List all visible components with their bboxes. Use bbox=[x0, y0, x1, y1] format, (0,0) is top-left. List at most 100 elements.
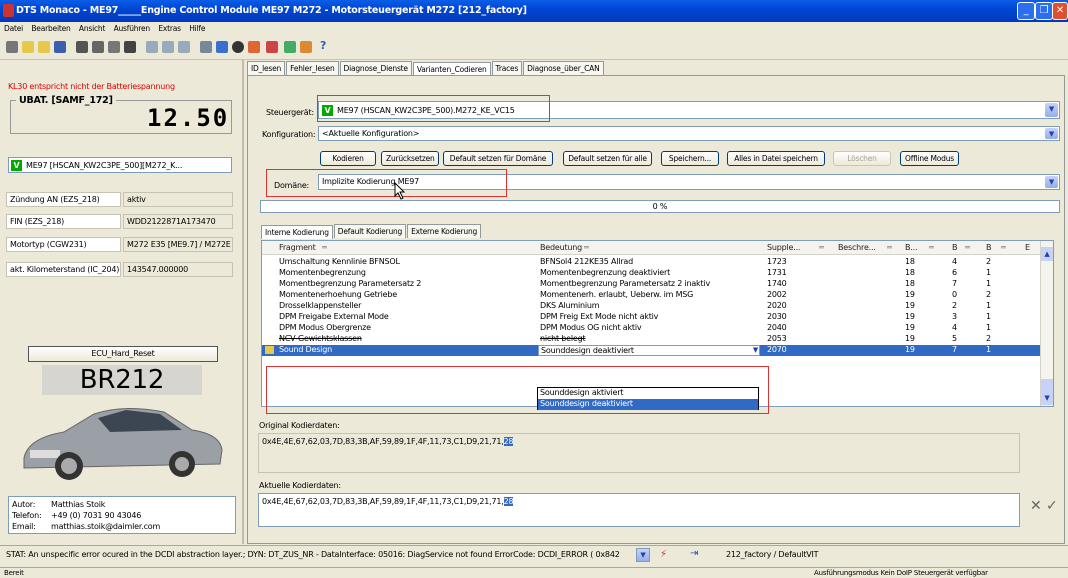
cell-b2: 5 bbox=[952, 334, 957, 343]
tab-varianten-codieren[interactable]: Varianten_Codieren bbox=[412, 62, 491, 76]
scroll-thumb[interactable] bbox=[1041, 379, 1053, 391]
chevron-down-icon: ▼ bbox=[1045, 128, 1058, 139]
window-icon[interactable] bbox=[200, 41, 212, 53]
col-e[interactable]: E bbox=[1025, 243, 1030, 252]
menu-hilfe[interactable]: Hilfe bbox=[189, 24, 205, 33]
apply-icon[interactable]: ✓ bbox=[1046, 498, 1058, 514]
menu-bearbeiten[interactable]: Bearbeiten bbox=[31, 24, 70, 33]
cell-fragment: Drosselklappensteller bbox=[279, 301, 362, 310]
kodieren-button[interactable]: Kodieren bbox=[320, 151, 376, 166]
table-row[interactable]: Momentenbegrenzung Momentenbegrenzung dea… bbox=[262, 268, 1053, 279]
domain-select[interactable]: Implizite Kodierung ME97 ▼ bbox=[318, 174, 1060, 190]
tab-diagnose-dienste[interactable]: Diagnose_Dienste bbox=[339, 61, 412, 75]
tab-externe-kodierung[interactable]: Externe Kodierung bbox=[407, 224, 482, 238]
connect-icon[interactable] bbox=[232, 41, 244, 53]
open-icon[interactable] bbox=[22, 41, 34, 53]
col-b3[interactable]: B bbox=[986, 243, 992, 252]
stop-icon[interactable] bbox=[216, 41, 228, 53]
copy-icon[interactable] bbox=[92, 41, 104, 53]
curr-data-field[interactable]: 0x4E,4E,67,62,03,7D,83,3B,AF,59,89,1F,4F… bbox=[258, 493, 1020, 527]
new-icon[interactable] bbox=[6, 41, 18, 53]
connection-icon[interactable]: ⇥ bbox=[690, 548, 698, 559]
cell-b3: 2 bbox=[986, 334, 991, 343]
save-icon[interactable] bbox=[54, 41, 66, 53]
menu-ausfuehren[interactable]: Ausführen bbox=[114, 24, 151, 33]
col-b1[interactable]: B... bbox=[905, 243, 918, 252]
table-row[interactable]: DPM Modus Obergrenze DPM Modus OG nicht a… bbox=[262, 323, 1053, 334]
cell-b3: 2 bbox=[986, 290, 991, 299]
cell-supple: 1740 bbox=[767, 279, 787, 288]
table-row[interactable]: DPM Freigabe External Mode DPM Freig Ext … bbox=[262, 312, 1053, 323]
layout-icon[interactable] bbox=[146, 41, 158, 53]
ecu-select-value: ME97 (HSCAN_KW2C3PE_500).M272_KE_VC15 bbox=[337, 106, 515, 115]
tab-default-kodierung[interactable]: Default Kodierung bbox=[333, 224, 407, 238]
table-row[interactable]: Umschaltung Kennlinie BFNSOL BFNSol4 212K… bbox=[262, 257, 1053, 268]
status-dropdown-icon[interactable]: ▼ bbox=[636, 548, 650, 562]
menu-datei[interactable]: Datei bbox=[4, 24, 23, 33]
cell-b3: 1 bbox=[986, 279, 991, 288]
dropdown-option-deaktiviert[interactable]: Sounddesign deaktiviert bbox=[538, 399, 758, 410]
flash-icon[interactable] bbox=[266, 41, 278, 53]
save-all-to-file-button[interactable]: Alles in Datei speichern bbox=[727, 151, 825, 166]
scroll-up-icon[interactable]: ▲ bbox=[1041, 247, 1053, 261]
col-supple[interactable]: Supple... bbox=[767, 243, 800, 252]
ecu-variant-field: V ME97 [HSCAN_KW2C3PE_500][M272_K... bbox=[8, 157, 232, 173]
cell-fragment: Momentbegrenzung Parametersatz 2 bbox=[279, 279, 422, 288]
table-row[interactable]: Momentbegrenzung Parametersatz 2 Momentbe… bbox=[262, 279, 1053, 290]
menu-ansicht[interactable]: Ansicht bbox=[79, 24, 105, 33]
col-b2[interactable]: B bbox=[952, 243, 958, 252]
tab-traces[interactable]: Traces bbox=[491, 61, 523, 75]
paste-icon[interactable] bbox=[108, 41, 120, 53]
disconnect-icon[interactable]: ⚡ bbox=[660, 549, 667, 560]
offline-mode-button[interactable]: Offline Modus bbox=[900, 151, 959, 166]
default-domain-button[interactable]: Default setzen für Domäne bbox=[443, 151, 553, 166]
tool-icon[interactable] bbox=[248, 41, 260, 53]
ecu-icon[interactable] bbox=[300, 41, 312, 53]
orig-data-field[interactable]: 0x4E,4E,67,62,03,7D,83,3B,AF,59,89,1F,4F… bbox=[258, 433, 1020, 473]
close-button[interactable]: ✕ bbox=[1052, 2, 1068, 20]
cell-b1: 19 bbox=[905, 345, 915, 354]
ecu-hard-reset-button[interactable]: ECU_Hard_Reset bbox=[28, 346, 218, 362]
table-row[interactable]: Momentenerhoehung Getriebe Momentenerh. e… bbox=[262, 290, 1053, 301]
tab-fehler-lesen[interactable]: Fehler_lesen bbox=[286, 61, 339, 75]
info-value-vin: WDD2122871A173470 bbox=[123, 214, 233, 229]
col-beschre[interactable]: Beschre... bbox=[838, 243, 876, 252]
splitter[interactable] bbox=[242, 60, 244, 544]
cut-icon[interactable] bbox=[76, 41, 88, 53]
ecu-label: Steuergerät: bbox=[266, 108, 314, 117]
tab-id-lesen[interactable]: ID_lesen bbox=[247, 61, 286, 75]
loeschen-button[interactable]: Löschen bbox=[833, 151, 891, 166]
speichern-button[interactable]: Speichern... bbox=[661, 151, 719, 166]
col-bedeutung[interactable]: Bedeutung bbox=[540, 243, 582, 252]
zuruecksetzen-button[interactable]: Zurücksetzen bbox=[381, 151, 439, 166]
monitor-icon[interactable] bbox=[284, 41, 296, 53]
sounddesign-combo[interactable]: Sounddesign deaktiviert ▼ bbox=[538, 345, 760, 356]
col-fragment[interactable]: Fragment bbox=[279, 243, 316, 252]
layout3-icon[interactable] bbox=[178, 41, 190, 53]
menu-extras[interactable]: Extras bbox=[158, 24, 181, 33]
email-value: matthias.stoik@daimler.com bbox=[51, 522, 161, 531]
dropdown-option-aktiviert[interactable]: Sounddesign aktiviert bbox=[538, 388, 758, 399]
ecu-select[interactable]: V ME97 (HSCAN_KW2C3PE_500).M272_KE_VC15 ▼ bbox=[318, 101, 1060, 119]
table-row[interactable]: Drosselklappensteller DKS Aluminium 2020 19… bbox=[262, 301, 1053, 312]
cell-b1: 18 bbox=[905, 268, 915, 277]
window-title-bar: DTS Monaco - ME97_____Engine Control Mod… bbox=[0, 0, 1068, 22]
discard-icon[interactable]: ✕ bbox=[1030, 498, 1042, 514]
car-image bbox=[23, 407, 223, 480]
open-folder-icon[interactable] bbox=[38, 41, 50, 53]
grid-scrollbar[interactable]: ▲ ▼ bbox=[1040, 241, 1053, 406]
table-row[interactable]: Sound Design Sounddesign deaktiviert 2070 1… bbox=[262, 345, 1053, 356]
layout2-icon[interactable] bbox=[162, 41, 174, 53]
tab-interne-kodierung[interactable]: Interne Kodierung bbox=[261, 225, 333, 239]
cell-bedeutung: DKS Aluminium bbox=[540, 301, 600, 310]
config-select[interactable]: <Aktuelle Konfiguration> ▼ bbox=[318, 126, 1060, 141]
delete-icon[interactable] bbox=[124, 41, 136, 53]
minimize-button[interactable]: _ bbox=[1017, 2, 1035, 20]
default-all-button[interactable]: Default setzen für alle bbox=[563, 151, 652, 166]
cell-fragment: Sound Design bbox=[279, 345, 332, 354]
scroll-down-icon[interactable]: ▼ bbox=[1041, 391, 1053, 405]
table-row[interactable]: NCV-Gewichtsklassen nicht belegt 2053 19 5 2 bbox=[262, 334, 1053, 345]
maximize-button[interactable]: ❐ bbox=[1035, 2, 1053, 20]
tab-diagnose-ueber-can[interactable]: Diagnose_über_CAN bbox=[523, 61, 604, 75]
help-icon[interactable]: ? bbox=[320, 39, 332, 52]
